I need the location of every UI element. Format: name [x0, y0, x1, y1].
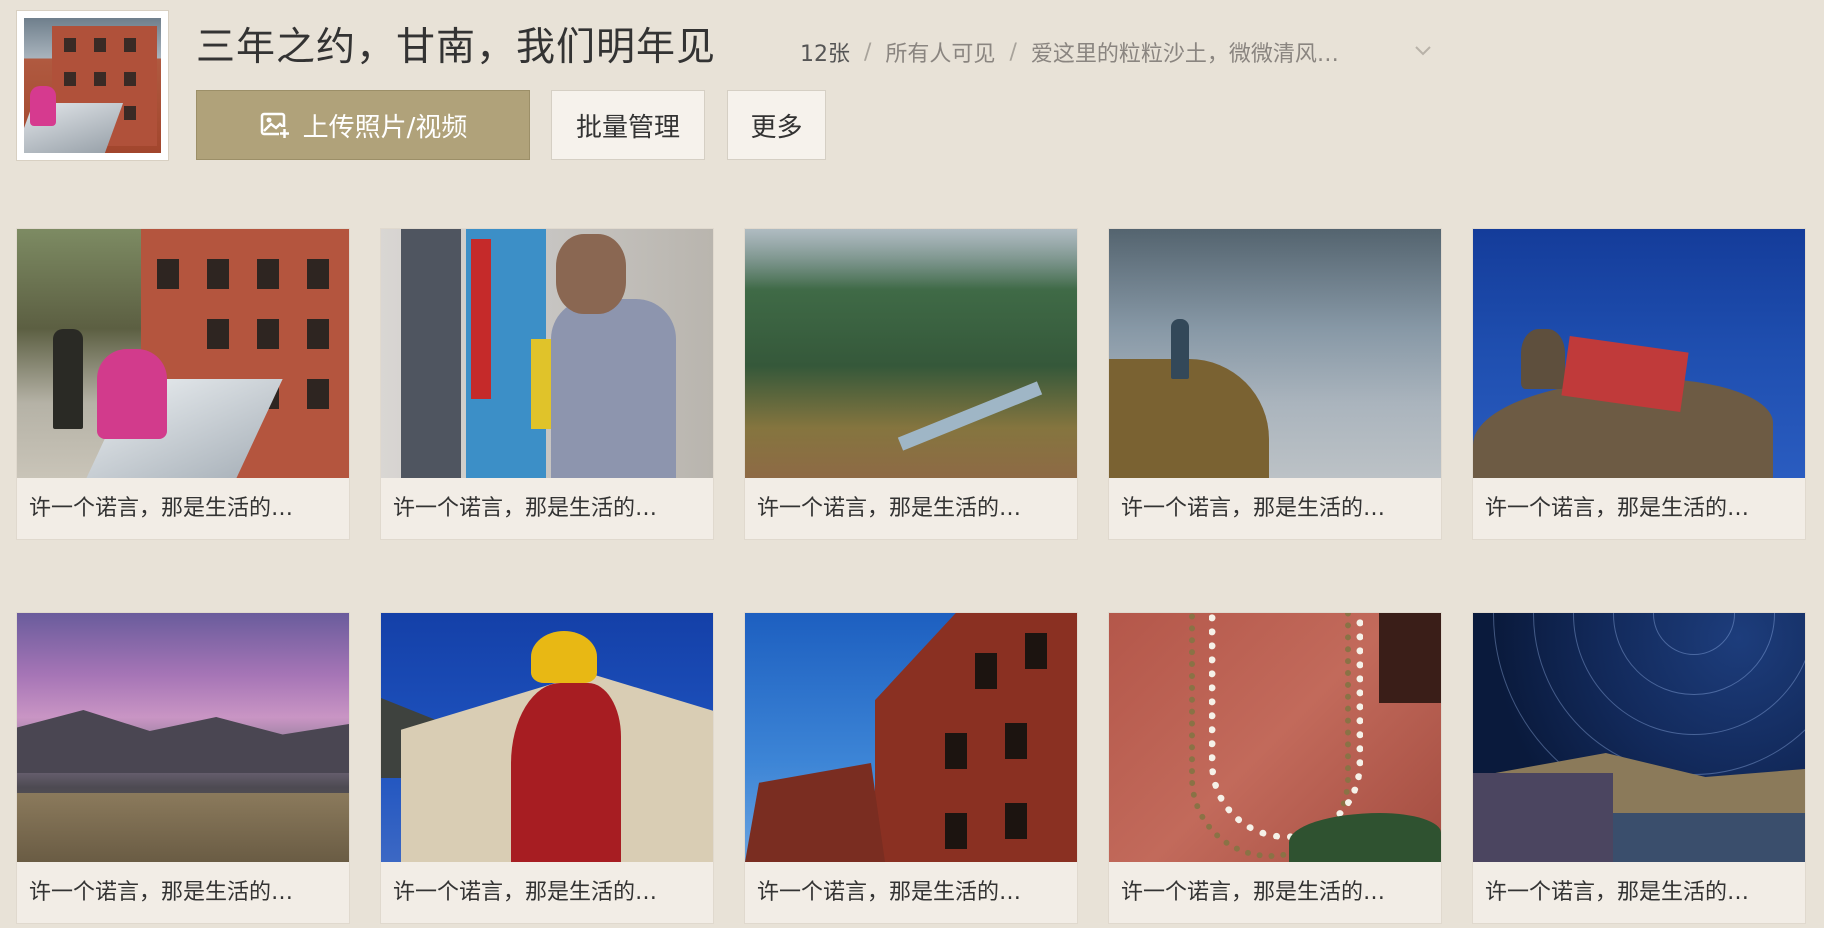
photo-thumbnail[interactable] — [381, 229, 713, 478]
photo-thumbnail[interactable] — [745, 229, 1077, 478]
upload-button-label: 上传照片/视频 — [302, 112, 468, 143]
photo-card[interactable]: 许一个诺言，那是生活的… — [1108, 228, 1442, 540]
photo-card[interactable]: 许一个诺言，那是生活的… — [380, 228, 714, 540]
album-meta: 12张 / 所有人可见 / 爱这里的粒粒沙土，微微清风… — [800, 36, 1339, 68]
photo-card[interactable]: 许一个诺言，那是生活的… — [16, 228, 350, 540]
photo-thumbnail[interactable] — [381, 613, 713, 862]
meta-separator: / — [864, 39, 872, 65]
upload-button[interactable]: 上传照片/视频 — [196, 90, 530, 160]
photo-thumbnail[interactable] — [745, 613, 1077, 862]
photo-caption: 许一个诺言，那是生活的… — [757, 496, 1022, 521]
upload-photo-icon — [260, 112, 290, 138]
photo-thumbnail[interactable] — [17, 229, 349, 478]
more-button[interactable]: 更多 — [727, 90, 826, 160]
photo-grid: 许一个诺言，那是生活的… 许一个诺言，那是生活的… 许一个诺言，那是生活的… 许… — [16, 228, 1806, 924]
album-cover-image — [24, 18, 161, 153]
photo-card[interactable]: 许一个诺言，那是生活的… — [16, 612, 350, 924]
photo-caption: 许一个诺言，那是生活的… — [29, 496, 294, 521]
album-description: 爱这里的粒粒沙土，微微清风… — [1030, 42, 1339, 67]
photo-card[interactable]: 许一个诺言，那是生活的… — [744, 228, 1078, 540]
photo-thumbnail[interactable] — [1473, 229, 1805, 478]
visibility-label: 所有人可见 — [885, 42, 996, 67]
album-cover[interactable] — [16, 10, 169, 161]
album-title: 三年之约，甘南，我们明年见 — [196, 25, 717, 70]
photo-caption: 许一个诺言，那是生活的… — [1121, 496, 1386, 521]
photo-caption: 许一个诺言，那是生活的… — [1121, 880, 1386, 905]
photo-card[interactable]: 许一个诺言，那是生活的… — [744, 612, 1078, 924]
batch-manage-button[interactable]: 批量管理 — [551, 90, 705, 160]
photo-thumbnail[interactable] — [17, 613, 349, 862]
photo-card[interactable]: 许一个诺言，那是生活的… — [1108, 612, 1442, 924]
photo-caption: 许一个诺言，那是生活的… — [1485, 880, 1750, 905]
photo-caption: 许一个诺言，那是生活的… — [393, 880, 658, 905]
chevron-down-icon[interactable] — [1414, 42, 1432, 60]
photo-card[interactable]: 许一个诺言，那是生活的… — [1472, 228, 1806, 540]
photo-card[interactable]: 许一个诺言，那是生活的… — [380, 612, 714, 924]
photo-caption: 许一个诺言，那是生活的… — [1485, 496, 1750, 521]
meta-separator: / — [1009, 39, 1017, 65]
photo-caption: 许一个诺言，那是生活的… — [757, 880, 1022, 905]
photo-caption: 许一个诺言，那是生活的… — [393, 496, 658, 521]
photo-caption: 许一个诺言，那是生活的… — [29, 880, 294, 905]
photo-thumbnail[interactable] — [1109, 229, 1441, 478]
photo-card[interactable]: 许一个诺言，那是生活的… — [1472, 612, 1806, 924]
photo-thumbnail[interactable] — [1473, 613, 1805, 862]
photo-count: 12张 — [800, 42, 850, 67]
photo-thumbnail[interactable] — [1109, 613, 1441, 862]
